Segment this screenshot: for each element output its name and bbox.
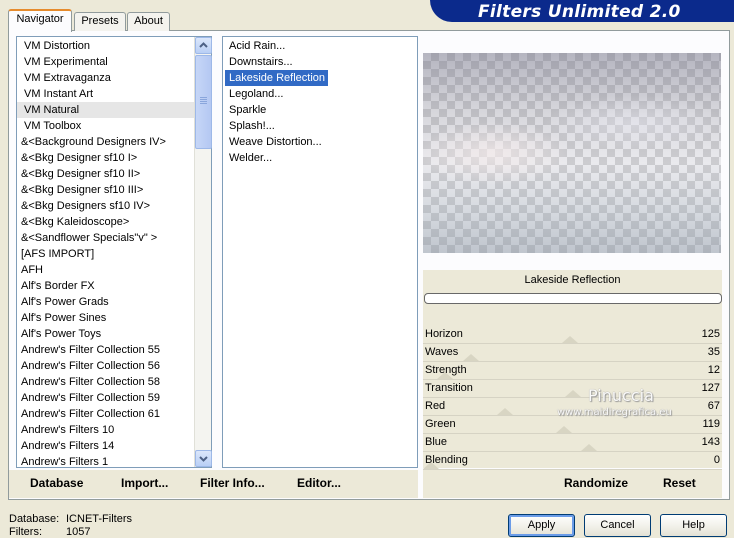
parameter-value: 119 xyxy=(702,418,720,430)
app-title: Filters Unlimited 2.0 xyxy=(478,2,681,22)
parameter-value: 35 xyxy=(707,346,720,358)
tab-navigator[interactable]: Navigator xyxy=(8,9,72,32)
preview-image xyxy=(423,53,721,253)
parameter-label: Waves xyxy=(425,346,459,358)
filter-item[interactable]: Downstairs... xyxy=(225,54,417,70)
parameter-slider[interactable]: Blending 0 xyxy=(423,452,722,470)
category-scrollbar[interactable] xyxy=(194,37,212,467)
current-filter-name: Lakeside Reflection xyxy=(524,274,621,286)
import-button[interactable]: Import... xyxy=(121,476,168,490)
category-item[interactable]: &<Background Designers IV> xyxy=(17,134,211,150)
slider-thumb[interactable] xyxy=(562,336,578,343)
parameter-label: Blending xyxy=(425,454,468,466)
scroll-up-button[interactable] xyxy=(195,37,212,54)
category-item[interactable]: &<Bkg Kaleidoscope> xyxy=(17,214,211,230)
category-item[interactable]: VM Experimental xyxy=(17,54,211,70)
watermark-site: www.maidiregrafica.eu xyxy=(557,407,672,418)
filters-count-value: 1057 xyxy=(66,526,91,538)
category-item[interactable]: Andrew's Filters 14 xyxy=(17,438,211,454)
parameter-value: 67 xyxy=(707,400,720,412)
category-item[interactable]: &<Bkg Designers sf10 IV> xyxy=(17,198,211,214)
filter-item[interactable]: Welder... xyxy=(225,150,417,166)
progress-bar xyxy=(424,293,722,304)
parameter-label: Green xyxy=(425,418,456,430)
filter-item[interactable]: Lakeside Reflection xyxy=(225,70,329,86)
category-item[interactable]: Andrew's Filters 1 xyxy=(17,454,211,467)
category-item[interactable]: Andrew's Filter Collection 58 xyxy=(17,374,211,390)
tab-about[interactable]: About xyxy=(127,12,170,31)
category-item[interactable]: Alf's Border FX xyxy=(17,278,211,294)
parameter-slider[interactable]: Horizon 125 xyxy=(423,326,722,344)
category-item[interactable]: VM Extravaganza xyxy=(17,70,211,86)
tab-presets[interactable]: Presets xyxy=(74,12,126,31)
slider-thumb[interactable] xyxy=(463,354,479,361)
category-item[interactable]: &<Bkg Designer sf10 II> xyxy=(17,166,211,182)
watermark-name: Pinuccia xyxy=(588,386,654,405)
filter-item[interactable]: Splash!... xyxy=(225,118,417,134)
database-value: ICNET-Filters xyxy=(66,513,132,525)
category-item[interactable]: [AFS IMPORT] xyxy=(17,246,211,262)
editor-button[interactable]: Editor... xyxy=(297,476,341,490)
parameter-value: 0 xyxy=(713,454,720,466)
category-item[interactable]: &<Bkg Designer sf10 III> xyxy=(17,182,211,198)
category-item[interactable]: Andrew's Filter Collection 56 xyxy=(17,358,211,374)
cancel-button[interactable]: Cancel xyxy=(584,514,651,537)
parameter-slider[interactable]: Green 119 xyxy=(423,416,722,434)
category-item[interactable]: Andrew's Filter Collection 61 xyxy=(17,406,211,422)
reset-button[interactable]: Reset xyxy=(663,476,696,490)
parameter-value: 143 xyxy=(701,436,720,448)
parameter-label: Strength xyxy=(425,364,467,376)
category-item[interactable]: Andrew's Filters 10 xyxy=(17,422,211,438)
filter-item[interactable]: Acid Rain... xyxy=(225,38,417,54)
parameter-value: 12 xyxy=(707,364,720,376)
category-item[interactable]: &<Bkg Designer sf10 I> xyxy=(17,150,211,166)
parameter-label: Transition xyxy=(425,382,473,394)
category-item[interactable]: Alf's Power Toys xyxy=(17,326,211,342)
filter-item[interactable]: Weave Distortion... xyxy=(225,134,417,150)
apply-button[interactable]: Apply xyxy=(508,514,575,537)
help-button[interactable]: Help xyxy=(660,514,727,537)
parameter-slider[interactable]: Waves 35 xyxy=(423,344,722,362)
parameter-label: Horizon xyxy=(425,328,463,340)
category-item[interactable]: Andrew's Filter Collection 55 xyxy=(17,342,211,358)
category-item[interactable]: Andrew's Filter Collection 59 xyxy=(17,390,211,406)
database-label: Database: xyxy=(9,513,60,525)
chevron-up-icon xyxy=(199,42,208,48)
randomize-button[interactable]: Randomize xyxy=(564,476,628,490)
category-item[interactable]: VM Instant Art xyxy=(17,86,211,102)
filter-item[interactable]: Legoland... xyxy=(225,86,417,102)
slider-thumb[interactable] xyxy=(556,426,572,433)
parameter-label: Blue xyxy=(425,436,448,448)
slider-thumb[interactable] xyxy=(581,444,597,451)
parameter-slider[interactable]: Strength 12 xyxy=(423,362,722,380)
database-button[interactable]: Database xyxy=(30,476,83,490)
category-item[interactable]: VM Natural xyxy=(17,102,211,118)
filters-count-label: Filters: xyxy=(9,526,42,538)
category-list[interactable]: VM Distortion VM Experimental VM Extravaga… xyxy=(16,36,212,468)
category-item[interactable]: &<Sandflower Specials"v" > xyxy=(17,230,211,246)
parameter-label: Red xyxy=(425,400,446,412)
scroll-thumb[interactable] xyxy=(195,55,212,149)
chevron-down-icon xyxy=(199,456,208,462)
scroll-down-button[interactable] xyxy=(195,450,212,467)
slider-thumb[interactable] xyxy=(497,408,513,415)
parameter-slider[interactable]: Blue 143 xyxy=(423,434,722,452)
category-item[interactable]: VM Distortion xyxy=(17,38,211,54)
parameter-slider[interactable]: Transition 127 xyxy=(423,380,722,398)
filter-list[interactable]: Acid Rain... Downstairs... Lakeside Reflec… xyxy=(222,36,418,468)
category-item[interactable]: VM Toolbox xyxy=(17,118,211,134)
category-item[interactable]: Alf's Power Grads xyxy=(17,294,211,310)
filter-item[interactable]: Sparkle xyxy=(225,102,417,118)
parameter-value: 125 xyxy=(701,328,720,340)
slider-thumb[interactable] xyxy=(565,390,581,397)
category-item[interactable]: AFH xyxy=(17,262,211,278)
filter-info-button[interactable]: Filter Info... xyxy=(200,476,265,490)
category-item[interactable]: Alf's Power Sines xyxy=(17,310,211,326)
parameter-value: 127 xyxy=(701,382,720,394)
